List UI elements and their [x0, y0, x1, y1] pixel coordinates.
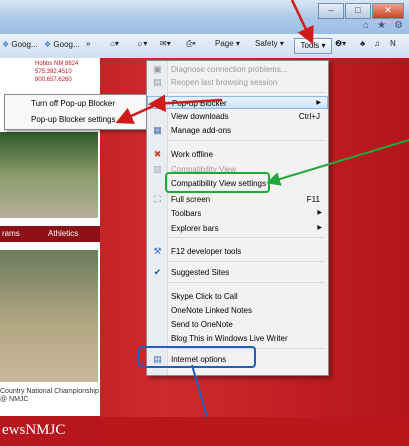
menu-send-to-onenote[interactable]: Send to OneNote [147, 318, 328, 331]
nav-athletics[interactable]: Athletics [48, 229, 78, 238]
menu-f12-developer-tools[interactable]: ⚒ F12 developer tools [147, 245, 328, 258]
downloads-icon [152, 111, 163, 122]
page-nav-strip: rams Athletics [0, 226, 100, 242]
compat-icon: ▥ [153, 164, 162, 174]
minimize-button[interactable]: – [318, 3, 344, 19]
menu-separator [169, 92, 325, 93]
tools-menu-button[interactable]: Tools ▾ [294, 38, 332, 54]
college-address: Hobbs NM 8824 575.392.4510 800.657.6260 [35, 61, 79, 83]
more-favorites-chevron[interactable]: » [86, 39, 90, 48]
submenu-arrow-icon: ▶ [317, 225, 322, 231]
browser-nav-icons: ⌂ ★ ⚙ [363, 20, 403, 31]
close-button[interactable]: ✕ [372, 3, 404, 19]
menu-popup-blocker[interactable]: ▭ Pop-up Blocker ▶ [147, 96, 328, 109]
addon2-icon[interactable]: ♫ [374, 39, 380, 48]
menu-separator [169, 140, 325, 141]
fullscreen-icon: ⛶ [154, 194, 161, 204]
offline-icon: ✖ [153, 149, 162, 159]
annotation-blue-box [138, 346, 256, 368]
devtools-icon: ⚒ [153, 246, 162, 256]
menu-blog-this[interactable]: Blog This in Windows Live Writer [147, 332, 328, 345]
nav-programs[interactable]: rams [2, 229, 20, 238]
menu-separator [169, 282, 325, 283]
menu-diagnose-connection[interactable]: ▣ Diagnose connection problems... [147, 63, 328, 76]
safety-menu[interactable]: Safety ▾ [255, 39, 284, 48]
menu-manage-addons[interactable]: ▦ Manage add-ons [147, 124, 328, 137]
check-icon: ✔ [153, 267, 162, 277]
annotation-green-box [165, 172, 270, 193]
maximize-button[interactable]: □ [345, 3, 371, 19]
menu-skype-click-to-call[interactable]: Skype Click to Call [147, 290, 328, 303]
menu-toolbars[interactable]: Toolbars ▶ [147, 207, 328, 220]
menu-separator [169, 237, 325, 238]
popup-blocker-settings-item[interactable]: Pop-up Blocker settings [5, 112, 147, 128]
feeds-icon[interactable]: ☼▾ [136, 39, 147, 48]
reopen-icon: ▤ [153, 77, 162, 87]
submenu-arrow-icon: ▶ [316, 100, 321, 106]
photo-runners-1 [0, 132, 98, 218]
addons-icon: ▦ [153, 125, 162, 135]
photo-caption: Country National Championship @ NMJC [0, 388, 99, 403]
photo-runners-2 [0, 250, 98, 382]
google-icon: ❖ [44, 40, 52, 49]
menu-suggested-sites[interactable]: ✔ Suggested Sites [147, 266, 328, 279]
menu-reopen-session[interactable]: ▤ Reopen last browsing session [147, 76, 328, 89]
turn-off-popup-blocker-item[interactable]: Turn off Pop-up Blocker [5, 96, 147, 112]
diagnose-icon: ▣ [153, 64, 162, 74]
command-bar: ❖ Goog... ❖ Goog... » ⌂▾ ☼▾ ✉▾ ⎙▾ Page ▾… [0, 34, 409, 59]
popup-blocker-icon: ▭ [154, 98, 163, 108]
submenu-arrow-icon: ▶ [317, 210, 322, 216]
popup-blocker-submenu: Turn off Pop-up Blocker Pop-up Blocker s… [4, 94, 148, 130]
favorite-link-1[interactable]: ❖ Goog... [2, 40, 38, 49]
page-menu[interactable]: Page ▾ [215, 39, 240, 48]
news-banner[interactable]: ewsNMJC [0, 416, 100, 446]
onenote-icon[interactable]: N [390, 39, 396, 48]
addon-icon[interactable]: ♣ [360, 39, 365, 48]
settings-gear-icon[interactable]: ⚙ [394, 20, 403, 31]
menu-work-offline[interactable]: ✖ Work offline [147, 148, 328, 161]
favorites-star-icon[interactable]: ★ [377, 20, 386, 31]
menu-view-downloads[interactable]: View downloads Ctrl+J [147, 110, 328, 123]
menu-explorer-bars[interactable]: Explorer bars ▶ [147, 222, 328, 235]
read-mail-icon[interactable]: ✉▾ [160, 39, 171, 48]
help-icon[interactable]: ❷▾ [335, 39, 346, 48]
home-button-icon[interactable]: ⌂▾ [110, 39, 119, 48]
tools-dropdown-menu: ▣ Diagnose connection problems... ▤ Reopen… [146, 60, 329, 376]
menu-full-screen[interactable]: ⛶ Full screen F11 [147, 193, 328, 206]
print-icon[interactable]: ⎙▾ [186, 39, 196, 49]
menu-onenote-linked-notes[interactable]: OneNote Linked Notes [147, 304, 328, 317]
favorite-link-2[interactable]: ❖ Goog... [44, 40, 80, 49]
home-icon[interactable]: ⌂ [363, 20, 369, 31]
menu-separator [169, 261, 325, 262]
google-icon: ❖ [2, 40, 10, 49]
window-titlebar: – □ ✕ ⌂ ★ ⚙ [0, 0, 409, 34]
